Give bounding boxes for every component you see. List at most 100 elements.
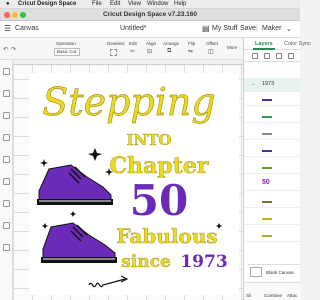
layer-thumbnail — [262, 112, 272, 118]
operation-label: Operation — [56, 41, 76, 46]
menu-file[interactable]: File — [92, 1, 102, 7]
app-header: ☰ Canvas Untitled* ▤ My Stuff Save | Mak… — [0, 21, 300, 38]
star-icon — [88, 148, 102, 161]
menu-window[interactable]: Window — [147, 1, 168, 7]
layer-thumbnail — [262, 231, 272, 237]
top-ruler — [13, 60, 243, 65]
layer-row[interactable] — [244, 160, 301, 174]
layer-thumbnail — [262, 163, 272, 169]
squiggle-arrow-graphic[interactable] — [88, 275, 129, 288]
layers-panel-tabs: Layers Color Sync — [244, 38, 311, 50]
layer-group-label: 1973 — [262, 81, 275, 87]
left-tool-panel — [0, 60, 13, 300]
projects-icon[interactable] — [3, 112, 10, 119]
text-into[interactable]: INTO — [126, 131, 172, 149]
text-fifty[interactable]: 50 — [130, 176, 188, 225]
hamburger-menu-icon[interactable]: ☰ — [4, 24, 11, 33]
text-fabulous[interactable]: Fabulous — [116, 224, 218, 248]
shapes-icon[interactable] — [3, 178, 10, 185]
scissors-icon[interactable]: ✂ — [130, 48, 135, 55]
chevron-down-icon[interactable]: ⌄ — [251, 81, 256, 87]
layer-row[interactable] — [244, 143, 301, 157]
menu-view[interactable]: View — [128, 1, 141, 7]
delete-icon[interactable] — [288, 53, 294, 59]
align-button[interactable]: Align — [146, 41, 156, 46]
flip-icon[interactable]: ⇋ — [188, 48, 193, 55]
phrases-icon[interactable] — [3, 244, 10, 251]
my-stuff-icon[interactable]: ▤ — [202, 24, 210, 33]
combine-button[interactable]: Combine — [264, 293, 282, 298]
blank-canvas-swatch[interactable] — [250, 267, 262, 277]
upload-icon[interactable] — [3, 200, 10, 207]
menu-help[interactable]: Help — [174, 1, 186, 7]
menu-app-name[interactable]: Cricut Design Space — [18, 1, 76, 7]
layer-thumbnail — [262, 129, 272, 135]
layers-tools-row — [244, 50, 301, 62]
star-icon — [40, 159, 48, 167]
edit-button[interactable]: Edit — [129, 41, 137, 46]
artwork-svg: Stepping INTO Chapter 50 Fabulous since … — [37, 80, 228, 288]
text-stepping[interactable]: Stepping — [42, 80, 216, 124]
duplicate-icon[interactable] — [276, 53, 282, 59]
layer-row[interactable] — [244, 92, 301, 106]
header-divider: | — [256, 25, 258, 32]
layer-group-row[interactable]: ⌄ 1973 — [244, 78, 301, 92]
arrange-button[interactable]: Arrange — [163, 41, 179, 46]
deselect-icon[interactable] — [110, 49, 117, 56]
layer-thumbnail: 50 — [262, 179, 270, 186]
layer-row[interactable] — [244, 109, 301, 123]
upper-sneaker-graphic[interactable] — [37, 164, 113, 205]
layer-thumbnail — [262, 197, 272, 203]
attach-button[interactable]: Attac — [287, 293, 297, 298]
layers-bottom-bar: Sli Combine Attac — [244, 282, 301, 300]
layer-row[interactable] — [244, 228, 301, 242]
group-icon[interactable] — [252, 53, 258, 59]
window-title: Cricut Design Space v7.23.160 — [103, 11, 197, 18]
layer-row[interactable] — [244, 126, 301, 140]
offset-button[interactable]: Offset — [206, 41, 218, 46]
text-since[interactable]: since — [121, 252, 171, 272]
tab-layers[interactable]: Layers — [255, 41, 273, 47]
operation-select[interactable]: Basic Cut — [54, 48, 80, 56]
layers-panel: Layers Color Sync ⌄ 1973 Blank Canvas Sl… — [243, 38, 311, 300]
flip-button[interactable]: Flip — [188, 41, 195, 46]
layer-thumbnail — [262, 214, 272, 220]
blank-canvas-label: Blank Canvas — [266, 270, 294, 275]
images-icon[interactable] — [3, 134, 10, 141]
slice-button[interactable]: Sli — [246, 293, 251, 298]
star-icon — [70, 211, 76, 217]
apple-icon[interactable]: ● — [6, 1, 10, 7]
machine-select[interactable]: Maker — [262, 25, 281, 32]
layer-row[interactable]: 50 — [244, 177, 301, 191]
ungroup-icon[interactable] — [264, 53, 270, 59]
deselect-button[interactable]: Deselect — [107, 41, 125, 46]
blank-canvas-row[interactable]: Blank Canvas — [248, 264, 300, 280]
document-title[interactable]: Untitled* — [120, 25, 146, 32]
align-icon[interactable]: ⊟ — [147, 48, 152, 55]
arrange-icon[interactable]: ⧉ — [167, 48, 171, 55]
layer-row[interactable] — [244, 194, 301, 208]
canvas-label: Canvas — [15, 25, 39, 32]
more-button[interactable]: More — [227, 45, 237, 50]
new-project-icon[interactable] — [3, 68, 10, 75]
menu-bar: ● Cricut Design Space File Edit View Win… — [0, 0, 300, 9]
text-year[interactable]: 1973 — [180, 252, 227, 272]
window-title-bar: Cricut Design Space v7.23.160 — [0, 9, 300, 21]
redo-icon[interactable]: ↷ — [11, 46, 16, 53]
tab-color-sync[interactable]: Color Sync — [284, 41, 311, 47]
monogram-icon[interactable] — [3, 222, 10, 229]
layer-thumbnail — [262, 95, 272, 101]
layer-row[interactable] — [244, 211, 301, 225]
layer-thumbnail — [262, 146, 272, 152]
offset-icon[interactable]: ◫ — [208, 48, 214, 55]
menu-edit[interactable]: Edit — [110, 1, 120, 7]
design-artwork[interactable]: Stepping INTO Chapter 50 Fabulous since … — [29, 73, 239, 295]
save-button[interactable]: Save — [240, 25, 256, 32]
my-stuff-button[interactable]: My Stuff — [212, 25, 238, 32]
undo-icon[interactable]: ↶ — [3, 46, 8, 53]
star-icon — [42, 223, 48, 229]
chevron-down-icon[interactable]: ⌄ — [286, 25, 292, 33]
text-icon[interactable] — [3, 156, 10, 163]
templates-icon[interactable] — [3, 90, 10, 97]
lower-sneaker-graphic[interactable] — [41, 222, 117, 263]
